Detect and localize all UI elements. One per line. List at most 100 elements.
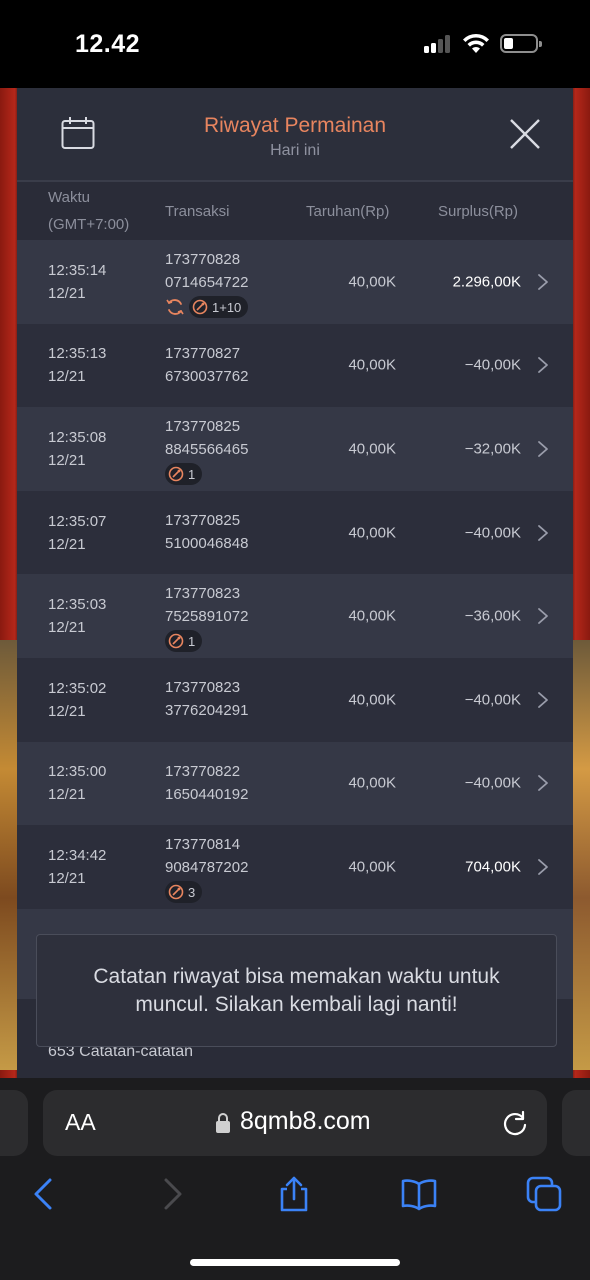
feature-badge-count: 3 xyxy=(188,884,196,900)
row-badges: 1+10 xyxy=(165,296,249,318)
free-spin-icon xyxy=(168,884,184,900)
text-size-button[interactable]: AA xyxy=(65,1109,96,1136)
row-transaction: 173770814 9084787202 3 xyxy=(165,833,249,904)
row-date-value: 12/21 xyxy=(48,535,86,553)
row-bet: 40,00K xyxy=(348,440,396,458)
row-transaction-id-part1: 173770823 xyxy=(165,678,241,696)
row-bet: 40,00K xyxy=(348,524,396,542)
history-list: 12:35:14 12/21 173770828 0714654722 1+10 40,0… xyxy=(17,240,573,909)
back-icon[interactable] xyxy=(26,1176,62,1212)
history-row[interactable]: 12:35:02 12/21 173770823 3776204291 40,00K −4… xyxy=(17,657,573,742)
toast-notification: Catatan riwayat bisa memakan waktu untuk… xyxy=(36,934,557,1047)
history-row[interactable]: 12:35:00 12/21 173770822 1650440192 40,00K −4… xyxy=(17,741,573,826)
row-transaction: 173770825 8845566465 1 xyxy=(165,415,249,486)
toast-message: Catatan riwayat bisa memakan waktu untuk… xyxy=(93,964,500,1016)
row-time-value: 12:35:14 xyxy=(48,261,107,279)
row-surplus: −40,00K xyxy=(464,774,521,792)
history-row[interactable]: 12:35:08 12/21 173770825 8845566465 1 40,00K −… xyxy=(17,407,573,491)
row-time: 12:35:08 12/21 xyxy=(48,426,106,472)
chevron-right-icon[interactable] xyxy=(537,774,549,792)
row-time: 12:34:42 12/21 xyxy=(48,844,106,890)
row-bet: 40,00K xyxy=(348,273,396,291)
header-bet: Taruhan(Rp) xyxy=(306,203,390,220)
chevron-right-icon[interactable] xyxy=(537,273,549,291)
row-date-value: 12/21 xyxy=(48,451,86,469)
row-transaction: 173770825 5100046848 xyxy=(165,509,248,555)
row-time: 12:35:14 12/21 xyxy=(48,259,106,305)
feature-badge: 1 xyxy=(165,463,203,486)
row-transaction-id-part2: 0714654722 xyxy=(165,274,249,291)
previous-tab-peek[interactable] xyxy=(0,1090,28,1156)
feature-badge-count: 1+10 xyxy=(212,299,242,315)
row-bet: 40,00K xyxy=(348,858,396,876)
history-row[interactable]: 12:35:03 12/21 173770823 7525891072 1 40,00K −… xyxy=(17,574,573,658)
row-time-value: 12:35:13 xyxy=(48,345,107,363)
bookmarks-icon[interactable] xyxy=(401,1176,437,1212)
browser-bottom-bar: AA 8qmb8.com xyxy=(0,1078,590,1280)
row-transaction-id-part2: 5100046848 xyxy=(165,534,249,552)
row-surplus: −36,00K xyxy=(464,607,521,625)
row-date-value: 12/21 xyxy=(48,619,86,637)
game-history-modal: Riwayat Permainan Hari ini Waktu (GMT+7:… xyxy=(17,88,573,1078)
chevron-right-icon[interactable] xyxy=(537,691,549,709)
row-badges: 3 xyxy=(165,881,248,904)
row-time: 12:35:13 12/21 xyxy=(48,342,106,388)
free-spin-icon xyxy=(168,634,184,649)
feature-badge: 1 xyxy=(165,630,203,653)
url-text[interactable]: 8qmb8.com xyxy=(240,1107,371,1136)
row-surplus: 2.296,00K xyxy=(452,273,521,291)
row-time: 12:35:07 12/21 xyxy=(48,510,106,556)
row-transaction: 173770822 1650440192 xyxy=(165,760,248,806)
history-row[interactable]: 12:35:13 12/21 173770827 6730037762 40,00K −4… xyxy=(17,323,573,408)
home-indicator xyxy=(190,1259,400,1266)
row-bet: 40,00K xyxy=(348,774,396,792)
modal-subtitle-date-filter[interactable]: Hari ini xyxy=(17,142,573,160)
row-time-value: 12:35:08 xyxy=(48,428,107,446)
row-time: 12:35:00 12/21 xyxy=(48,760,106,806)
chevron-right-icon[interactable] xyxy=(537,858,549,876)
chevron-right-icon[interactable] xyxy=(537,440,549,458)
row-bet: 40,00K xyxy=(348,691,396,709)
tabs-icon[interactable] xyxy=(526,1176,562,1212)
chevron-right-icon[interactable] xyxy=(537,607,549,625)
history-row[interactable]: 12:34:42 12/21 173770814 9084787202 3 40,00K 7… xyxy=(17,825,573,909)
row-transaction-id-part2: 6730037762 xyxy=(165,367,249,385)
row-surplus: 704,00K xyxy=(465,858,521,876)
row-surplus: −40,00K xyxy=(464,691,521,709)
row-transaction-id-part1: 173770825 xyxy=(165,511,241,529)
close-icon[interactable] xyxy=(508,117,542,151)
row-time-value: 12:34:42 xyxy=(48,846,107,864)
row-transaction-id-part1: 173770828 xyxy=(165,251,241,268)
reload-icon[interactable] xyxy=(501,1109,529,1137)
row-date-value: 12/21 xyxy=(48,786,86,804)
feature-badge-count: 1 xyxy=(188,466,196,482)
row-transaction-id-part2: 7525891072 xyxy=(165,608,249,626)
chevron-right-icon[interactable] xyxy=(537,524,549,542)
row-date-value: 12/21 xyxy=(48,702,86,720)
share-icon[interactable] xyxy=(276,1176,312,1212)
address-bar[interactable]: AA 8qmb8.com xyxy=(43,1090,547,1156)
chevron-right-icon[interactable] xyxy=(537,356,549,374)
status-bar: 12.42 xyxy=(0,0,590,88)
status-time: 12.42 xyxy=(75,30,141,58)
battery-icon xyxy=(500,34,542,53)
header-surplus: Surplus(Rp) xyxy=(438,203,519,220)
history-row[interactable]: 12:35:14 12/21 173770828 0714654722 1+10 40,0… xyxy=(17,240,573,324)
row-transaction-id-part2: 9084787202 xyxy=(165,859,249,877)
row-time-value: 12:35:07 xyxy=(48,512,107,530)
row-transaction-id-part2: 8845566465 xyxy=(165,441,249,459)
row-date-value: 12/21 xyxy=(48,368,86,386)
row-transaction-id-part1: 173770825 xyxy=(165,418,241,436)
next-tab-peek[interactable] xyxy=(562,1090,590,1156)
row-time-value: 12:35:03 xyxy=(48,596,107,614)
row-badges: 1 xyxy=(165,630,248,653)
row-time: 12:35:03 12/21 xyxy=(48,593,106,639)
row-transaction-id-part1: 173770822 xyxy=(165,762,241,780)
history-row[interactable]: 12:35:07 12/21 173770825 5100046848 40,00K −4… xyxy=(17,490,573,575)
row-transaction-id-part1: 173770814 xyxy=(165,836,241,854)
forward-icon[interactable] xyxy=(154,1176,190,1212)
header-time-label: Waktu xyxy=(48,189,90,206)
feature-badge-count: 1 xyxy=(188,633,196,649)
row-date-value: 12/21 xyxy=(48,284,86,302)
lock-icon xyxy=(216,1113,230,1133)
